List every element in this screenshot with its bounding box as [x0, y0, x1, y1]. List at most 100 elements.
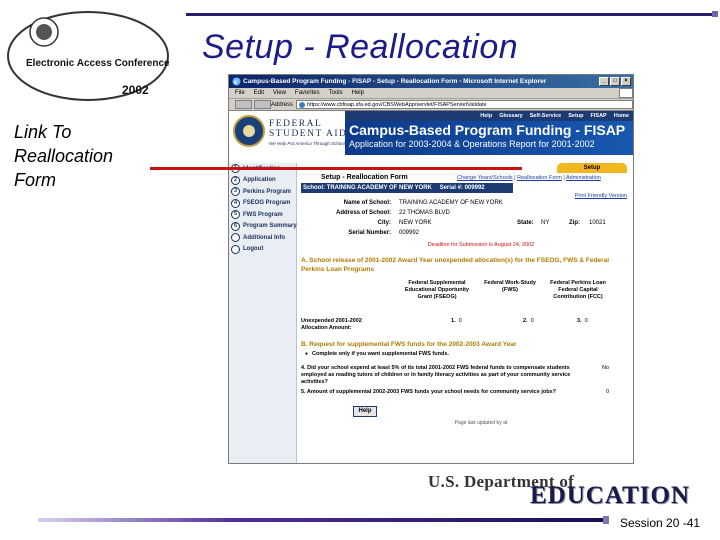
step-number-icon: 3 [231, 187, 240, 197]
sidebar-item-label: FWS Program [243, 211, 283, 218]
step-number-icon: 5 [231, 210, 240, 220]
menu-file[interactable]: File [235, 88, 245, 98]
link-change-years[interactable]: Change Years/Schools [457, 175, 513, 181]
form-title: Setup - Reallocation Form [321, 174, 408, 181]
close-button[interactable]: × [621, 77, 631, 86]
fsa-seal-icon [233, 115, 265, 147]
back-button[interactable] [235, 100, 252, 109]
col-perkins: Federal Perkins Loan Federal Capital Con… [550, 280, 606, 300]
sidebar-item-application[interactable]: 2 Application [229, 175, 296, 187]
top-divider [186, 11, 718, 17]
form-links: Change Years/Schools | Reallocation Form… [457, 175, 601, 181]
perkins-value: 0 [584, 318, 588, 324]
nav-help[interactable]: Help [480, 111, 492, 121]
sidebar-item-label: Application [243, 177, 276, 184]
city-value: NEW YORK [399, 220, 432, 226]
sidebar-item-label: Additional Info [243, 234, 285, 241]
minimize-button[interactable]: _ [599, 77, 609, 86]
callout-line-2: Reallocation [14, 146, 114, 166]
maximize-button[interactable]: □ [610, 77, 620, 86]
section-b-note: Complete only if you want supplemental F… [301, 351, 631, 357]
question-4-text: 4. Did your school expend at least 5% of… [301, 365, 571, 385]
fsa-header: FEDERAL STUDENT AID We Help Put America … [229, 111, 633, 163]
menu-favorites[interactable]: Favorites [295, 88, 320, 98]
logo-year: 2002 [122, 83, 149, 97]
help-button[interactable]: Help [353, 406, 377, 417]
link-reallocation-form[interactable]: Reallocation Form [517, 175, 562, 181]
fws-unexpended: 2. 0 [523, 318, 534, 324]
fseog-value: 0 [458, 318, 462, 324]
step-number-icon: 4 [231, 198, 240, 208]
fsa-top-nav: Help Glossary Self-Service Setup FISAP H… [345, 111, 633, 121]
callout-text: Link To Reallocation Form [14, 120, 113, 192]
window-title: Campus-Based Program Funding - FISAP - S… [243, 78, 547, 85]
school-bar-serial: Serial #: 009992 [439, 185, 485, 191]
sidebar-item-fseog[interactable]: 4 FSEOG Program [229, 198, 296, 210]
sidebar: 1Identification 2Application 3Perkins Pr… [229, 163, 297, 463]
sidebar-item-label: FSEOG Program [243, 200, 291, 207]
sidebar-item-additional-info[interactable]: Additional Info [229, 232, 296, 244]
svg-text:e: e [234, 78, 237, 86]
menu-bar: File Edit View Favorites Tools Help [229, 88, 633, 99]
print-friendly-link[interactable]: Print Friendly Version [575, 193, 627, 199]
link-administration[interactable]: Administration [566, 175, 601, 181]
slide-title: Setup - Reallocation [202, 28, 519, 66]
sidebar-item-fws[interactable]: 5 FWS Program [229, 209, 296, 221]
nav-glossary[interactable]: Glossary [499, 111, 523, 121]
address-bar: Address https://www.cbfisap.sfa.ed.gov/C… [229, 99, 633, 111]
menu-tools[interactable]: Tools [329, 88, 343, 98]
address-label: Address [271, 101, 294, 108]
menu-view[interactable]: View [273, 88, 286, 98]
nav-fisap[interactable]: FISAP [591, 111, 607, 121]
nav-self-service[interactable]: Self-Service [530, 111, 562, 121]
col-fseog: Federal Supplemental Educational Opportu… [404, 280, 470, 300]
fseog-index: 1. [451, 318, 456, 324]
school-bar: School: TRAINING ACADEMY OF NEW YORK Ser… [301, 183, 513, 193]
forward-button[interactable] [254, 100, 271, 109]
question-4-answer[interactable]: No [602, 365, 609, 372]
sidebar-item-program-summary[interactable]: 6 Program Summary [229, 221, 297, 233]
session-number: Session 20 -41 [620, 516, 701, 530]
fsa-body: 1Identification 2Application 3Perkins Pr… [229, 163, 633, 463]
address-label: Address of School: [335, 210, 391, 216]
bottom-divider [38, 516, 609, 524]
serial-value: 009992 [399, 230, 420, 236]
step-circle-icon [231, 244, 240, 254]
banner-subtitle: Application for 2003-2004 & Operations R… [349, 139, 595, 149]
unexpended-label: Unexpended 2001-2002 Allocation Amount: [301, 318, 362, 331]
logo-text: Electronic Access Conference [26, 58, 170, 69]
sidebar-item-label: Program Summary [243, 223, 297, 230]
fsa-banner: Campus-Based Program Funding - FISAP App… [345, 121, 633, 155]
fsa-brand-line2: STUDENT AID [269, 129, 348, 139]
nav-setup[interactable]: Setup [568, 111, 583, 121]
step-number-icon: 6 [231, 221, 240, 231]
menu-edit[interactable]: Edit [254, 88, 264, 98]
callout-line-3: Form [14, 170, 56, 190]
info-row-name: Name of School: TRAINING ACADEMY OF NEW … [301, 200, 631, 210]
fws-index: 2. [523, 318, 528, 324]
address-input[interactable]: https://www.cbfisap.sfa.ed.gov/CBSWebApp… [296, 100, 633, 109]
internet-explorer-icon: e [232, 77, 241, 86]
menu-help[interactable]: Help [352, 88, 364, 98]
name-value: TRAINING ACADEMY OF NEW YORK [399, 200, 503, 206]
col-fws: Federal Work-Study (FWS) [484, 280, 536, 293]
callout-line-1: Link To [14, 122, 72, 142]
fws-value: 0 [530, 318, 534, 324]
city-label: City: [377, 220, 391, 226]
tab-setup[interactable]: Setup [557, 163, 627, 173]
question-5-answer[interactable]: 0 [606, 389, 609, 396]
section-a-heading: A. School release of 2001-2002 Award Yea… [301, 257, 610, 273]
zip-value: 10021 [589, 220, 606, 226]
fseog-unexpended: 1. 0 [451, 318, 462, 324]
fsa-brand: FEDERAL STUDENT AID [269, 119, 347, 139]
allocation-column-headers: Federal Supplemental Educational Opportu… [301, 280, 631, 318]
deadline-notice: Deadline for Submission is August 24, 20… [427, 242, 535, 248]
name-label: Name of School: [343, 200, 391, 206]
conference-logo: Electronic Access Conference 2002 [7, 11, 170, 101]
ed-logo-line2: EDUCATION [530, 482, 690, 509]
sidebar-item-logout[interactable]: Logout [229, 244, 296, 256]
perkins-index: 3. [577, 318, 582, 324]
state-value: NY [541, 220, 550, 226]
sidebar-item-perkins[interactable]: 3 Perkins Program [229, 186, 296, 198]
nav-home[interactable]: Home [614, 111, 629, 121]
